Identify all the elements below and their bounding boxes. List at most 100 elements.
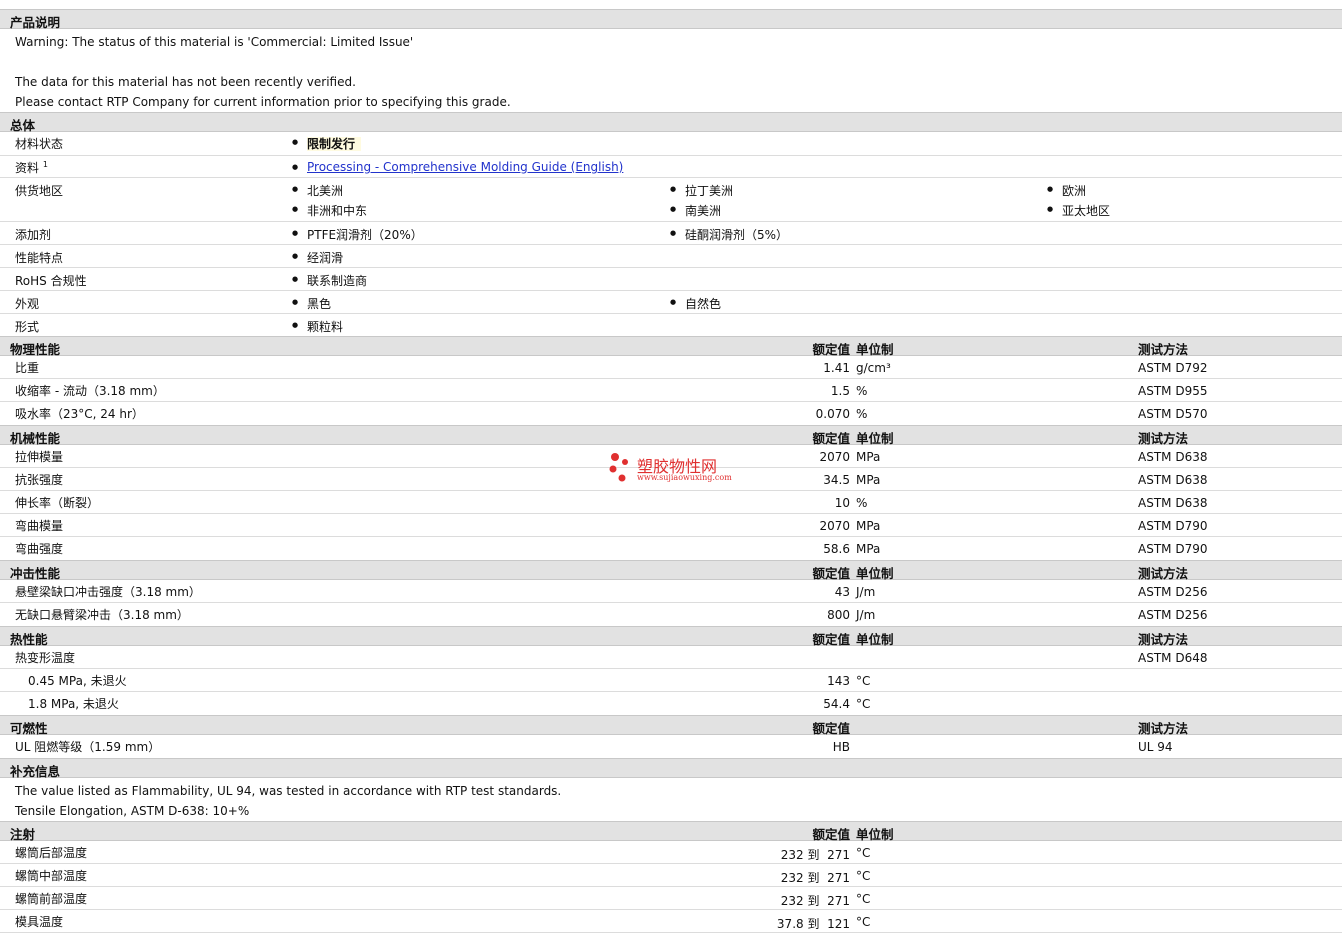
warning-text: Warning: The status of this material is … [15, 35, 414, 49]
property-name: 悬壁梁缺口冲击强度（3.18 mm） [15, 585, 201, 599]
section-description: 产品说明 [0, 9, 1342, 30]
section-general: 总体 [0, 112, 1342, 133]
property-test: ASTM D790 [1138, 542, 1208, 556]
property-name: 吸水率（23°C, 24 hr） [15, 407, 144, 421]
region-item: 亚太地区 [1047, 202, 1110, 219]
property-unit: °C [856, 869, 871, 883]
property-value: 10 [834, 496, 850, 510]
property-name: 螺筒中部温度 [15, 869, 88, 883]
note-text: The data for this material has not been … [15, 75, 356, 89]
property-unit: °C [856, 697, 871, 711]
general-row-features: 性能特点 经润滑 [0, 245, 1342, 268]
status-value: 限制发行 [292, 135, 362, 152]
form-item: 颗粒料 [292, 318, 343, 335]
table-row: 螺筒后部温度 232 到 271 °C [0, 841, 1342, 864]
property-test: ASTM D955 [1138, 384, 1208, 398]
property-unit: J/m [856, 608, 876, 622]
property-value: 43 [834, 585, 850, 599]
property-test: ASTM D648 [1138, 651, 1208, 665]
property-value: 54.4 [823, 697, 850, 711]
row-label: 添加剂 [15, 228, 52, 242]
general-row-additive: 添加剂 PTFE润滑剂（20%） 硅酮润滑剂（5%） [0, 222, 1342, 245]
section-impact: 冲击性能 额定值 单位制 测试方法 [0, 560, 1342, 581]
property-unit: J/m [856, 585, 876, 599]
table-row: 悬壁梁缺口冲击强度（3.18 mm） 43 J/m ASTM D256 [0, 580, 1342, 603]
property-unit: °C [856, 846, 871, 860]
property-name: 伸长率（断裂） [15, 496, 100, 510]
property-value: 232 到 271 [780, 871, 850, 885]
table-row: 弯曲强度 58.6 MPa ASTM D790 [0, 537, 1342, 560]
property-value: HB [832, 740, 850, 754]
property-value: 37.8 到 121 [776, 917, 850, 931]
property-name: 比重 [15, 361, 40, 375]
property-value: 232 到 271 [780, 848, 850, 862]
property-name: 模具温度 [15, 915, 64, 929]
note-text: Please contact RTP Company for current i… [15, 95, 511, 109]
property-name: 螺筒后部温度 [15, 846, 88, 860]
region-item: 拉丁美洲 [670, 182, 733, 199]
property-test: UL 94 [1138, 740, 1173, 754]
property-unit: MPa [856, 519, 881, 533]
property-unit: MPa [856, 473, 881, 487]
table-row: 比重 1.41 g/cm³ ASTM D792 [0, 356, 1342, 379]
note-text: The value listed as Flammability, UL 94,… [15, 784, 562, 798]
property-test: ASTM D638 [1138, 450, 1208, 464]
property-value: 800 [827, 608, 850, 622]
feature-item: 经润滑 [292, 249, 343, 266]
additive-item: 硅酮润滑剂（5%） [670, 226, 788, 243]
property-unit: g/cm³ [856, 361, 891, 375]
property-value: 1.5 [830, 384, 850, 398]
property-value: 2070 [819, 450, 850, 464]
appearance-item: 黑色 [292, 295, 331, 312]
property-test: ASTM D790 [1138, 519, 1208, 533]
property-name: 0.45 MPa, 未退火 [28, 674, 127, 688]
table-row: 弯曲模量 2070 MPa ASTM D790 [0, 514, 1342, 537]
section-thermal: 热性能 额定值 单位制 测试方法 [0, 626, 1342, 647]
table-row: 吸水率（23°C, 24 hr） 0.070 % ASTM D570 [0, 402, 1342, 425]
table-row: 热变形温度 ASTM D648 [0, 646, 1342, 669]
property-unit: °C [856, 674, 871, 688]
table-row: 1.8 MPa, 未退火 54.4 °C [0, 692, 1342, 715]
property-test: ASTM D256 [1138, 608, 1208, 622]
general-row-rohs: RoHS 合规性 联系制造商 [0, 268, 1342, 291]
property-name: 抗张强度 [15, 473, 64, 487]
table-row: 无缺口悬臂梁冲击（3.18 mm） 800 J/m ASTM D256 [0, 603, 1342, 626]
dots-logo-icon [609, 453, 628, 482]
note-text: Tensile Elongation, ASTM D-638: 10+% [15, 804, 250, 818]
table-row: 模具温度 37.8 到 121 °C [0, 910, 1342, 933]
additive-item: PTFE润滑剂（20%） [292, 226, 423, 243]
general-row-regions: 供货地区 北美洲 拉丁美洲 欧洲 非洲和中东 南美洲 亚太地区 [0, 178, 1342, 222]
property-value: 1.41 [823, 361, 850, 375]
section-flammability: 可燃性 额定值 测试方法 [0, 715, 1342, 736]
row-label: 形式 [15, 320, 40, 334]
general-row-appearance: 外观 黑色 自然色 [0, 291, 1342, 314]
general-row-status: 材料状态 限制发行 [0, 132, 1342, 156]
table-row: 螺筒前部温度 232 到 271 °C [0, 887, 1342, 910]
appearance-item: 自然色 [670, 295, 721, 312]
property-unit: MPa [856, 542, 881, 556]
table-row: 伸长率（断裂） 10 % ASTM D638 [0, 491, 1342, 514]
row-label: 材料状态 [15, 137, 64, 151]
property-name: 热变形温度 [15, 651, 76, 665]
docs-item: Processing - Comprehensive Molding Guide… [292, 160, 623, 174]
property-value: 143 [827, 674, 850, 688]
property-value: 232 到 271 [780, 894, 850, 908]
property-value: 0.070 [815, 407, 850, 421]
property-test: ASTM D256 [1138, 585, 1208, 599]
row-label: 外观 [15, 297, 40, 311]
property-name: UL 阻燃等级（1.59 mm） [15, 740, 161, 754]
row-label: RoHS 合规性 [15, 274, 87, 288]
property-test: ASTM D638 [1138, 473, 1208, 487]
section-physical: 物理性能 额定值 单位制 测试方法 [0, 336, 1342, 357]
property-unit: MPa [856, 450, 881, 464]
property-unit: % [856, 496, 868, 510]
region-item: 南美洲 [670, 202, 721, 219]
property-unit: °C [856, 915, 871, 929]
property-name: 收缩率 - 流动（3.18 mm） [15, 384, 165, 398]
property-test: ASTM D570 [1138, 407, 1208, 421]
region-item: 非洲和中东 [292, 202, 367, 219]
property-name: 螺筒前部温度 [15, 892, 88, 906]
rohs-item: 联系制造商 [292, 272, 367, 289]
processing-guide-link[interactable]: Processing - Comprehensive Molding Guide… [307, 160, 623, 174]
property-name: 无缺口悬臂梁冲击（3.18 mm） [15, 608, 189, 622]
